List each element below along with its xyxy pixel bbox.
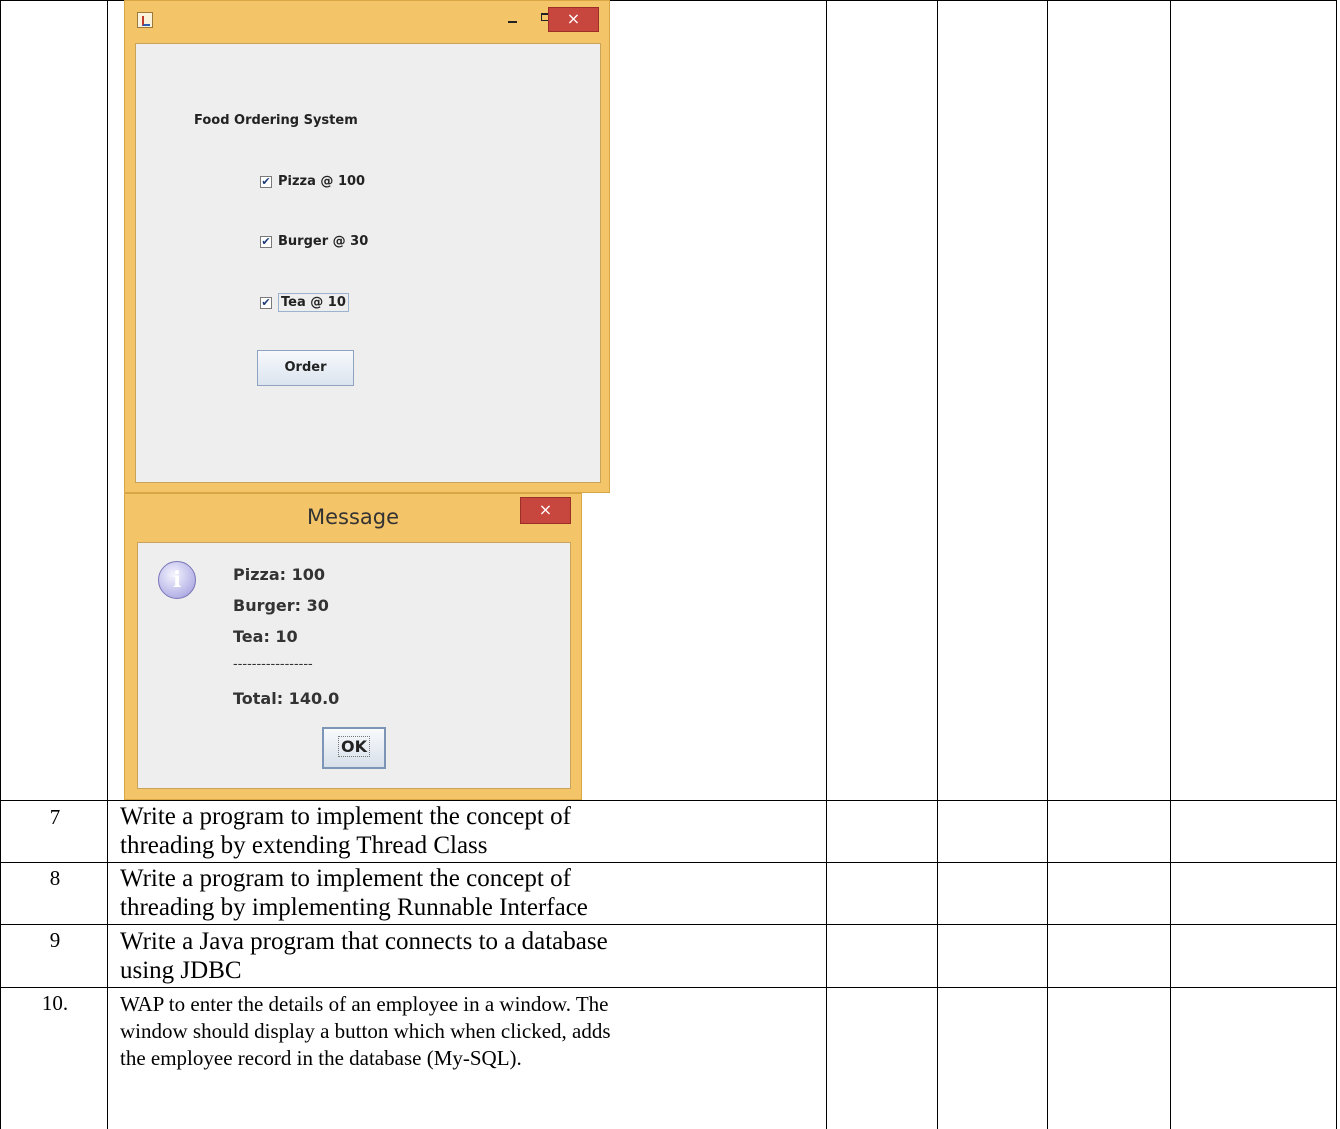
table-border-right <box>1336 0 1337 1129</box>
row-number: 10. <box>41 991 69 1015</box>
message-line-burger: Burger: 30 <box>233 596 329 615</box>
burger-checkbox[interactable]: ✔ <box>260 234 272 248</box>
order-button[interactable]: Order <box>257 350 354 386</box>
pizza-checkbox[interactable]: ✔ <box>260 174 272 188</box>
page-title: Food Ordering System <box>194 113 358 128</box>
ok-button[interactable]: OK <box>322 727 386 769</box>
row-number: 8 <box>49 866 61 890</box>
check-icon: ✔ <box>261 174 271 188</box>
row-divider <box>0 987 1337 988</box>
info-icon-glyph: i <box>172 567 182 593</box>
minimize-button[interactable] <box>498 7 528 29</box>
row-divider <box>0 862 1337 863</box>
burger-checkbox-row[interactable]: ✔ Burger @ 30 <box>260 234 368 249</box>
pizza-checkbox-row[interactable]: ✔ Pizza @ 100 <box>260 174 365 189</box>
row-divider <box>0 924 1337 925</box>
row-task: Write a program to implement the concept… <box>120 802 825 860</box>
check-icon: ✔ <box>261 295 271 309</box>
dialog-content: i Pizza: 100 Burger: 30 Tea: 10 --------… <box>137 542 571 789</box>
check-icon: ✔ <box>261 234 271 248</box>
column-divider <box>826 0 827 1129</box>
task-line: Write a program to implement the concept… <box>120 865 571 892</box>
message-line-tea: Tea: 10 <box>233 627 298 646</box>
dialog-close-button[interactable]: × <box>520 497 571 524</box>
close-icon: × <box>538 500 553 519</box>
column-divider <box>937 0 938 1129</box>
burger-checkbox-label[interactable]: Burger @ 30 <box>278 234 368 249</box>
task-line: Write a Java program that connects to a … <box>120 928 608 955</box>
close-icon: × <box>566 9 581 28</box>
info-icon: i <box>158 561 196 599</box>
ok-button-label: OK <box>338 736 370 757</box>
task-line: threading by extending Thread Class <box>120 832 488 859</box>
row-task: Write a program to implement the concept… <box>120 864 825 922</box>
task-line: WAP to enter the details of an employee … <box>120 992 609 1016</box>
column-divider <box>1047 0 1048 1129</box>
message-dialog: Message × i Pizza: 100 Burger: 30 Tea: 1… <box>124 493 582 800</box>
row-task: Write a Java program that connects to a … <box>120 927 825 985</box>
window-content: Food Ordering System ✔ Pizza @ 100 ✔ Bur… <box>135 43 601 483</box>
pizza-checkbox-label[interactable]: Pizza @ 100 <box>278 174 365 189</box>
column-divider <box>107 0 108 1129</box>
table-border-left <box>0 0 1 1129</box>
row-divider <box>0 800 1337 801</box>
dialog-title: Message <box>306 505 400 529</box>
tea-checkbox-label[interactable]: Tea @ 10 <box>278 293 349 312</box>
task-line: the employee record in the database (My-… <box>120 1046 522 1070</box>
tea-checkbox[interactable]: ✔ <box>260 295 272 309</box>
window-titlebar[interactable]: × <box>125 1 609 41</box>
task-line: threading by implementing Runnable Inter… <box>120 894 588 921</box>
row-number: 7 <box>49 805 61 829</box>
message-line-pizza: Pizza: 100 <box>233 565 325 584</box>
message-separator: ----------------- <box>233 657 313 672</box>
java-app-icon <box>137 12 153 28</box>
task-line: Write a program to implement the concept… <box>120 803 571 830</box>
tea-checkbox-row[interactable]: ✔ Tea @ 10 <box>260 293 349 312</box>
food-ordering-window: × Food Ordering System ✔ Pizza @ 100 ✔ B… <box>124 0 610 493</box>
row-task: WAP to enter the details of an employee … <box>120 991 825 1072</box>
message-line-total: Total: 140.0 <box>233 689 340 708</box>
column-divider <box>1170 0 1171 1129</box>
task-line: using JDBC <box>120 957 242 984</box>
task-line: window should display a button which whe… <box>120 1019 611 1043</box>
row-number: 9 <box>49 928 61 952</box>
close-button[interactable]: × <box>548 7 599 32</box>
